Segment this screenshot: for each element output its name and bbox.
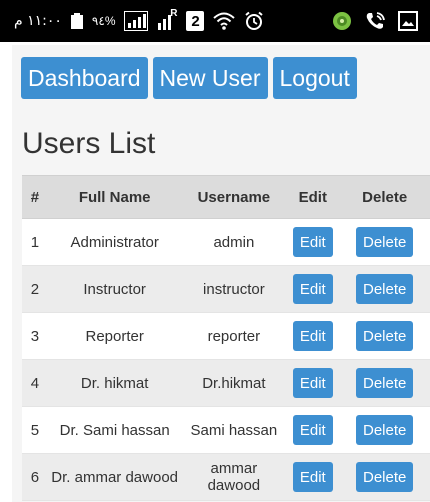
status-time: ١١:٠٠ م	[14, 13, 62, 29]
table-row: 3 Reporter reporter Edit Delete	[22, 312, 430, 360]
row-delete-cell: Delete	[339, 312, 430, 360]
row-edit-cell: Edit	[286, 453, 340, 501]
wifi-icon	[213, 11, 236, 31]
row-edit-cell: Edit	[286, 406, 340, 454]
battery-percent: ٩٤%	[91, 14, 116, 28]
row-number: 3	[22, 312, 48, 360]
row-delete-cell: Delete	[339, 359, 430, 407]
table-row: 1 Administrator admin Edit Delete	[22, 218, 430, 266]
delete-button[interactable]: Delete	[356, 368, 414, 398]
users-table: # Full Name Username Edit Delete 1 Admin…	[22, 175, 430, 501]
row-edit-cell: Edit	[286, 265, 340, 313]
table-row: 2 Instructor instructor Edit Delete	[22, 265, 430, 313]
row-number: 1	[22, 218, 48, 266]
table-header-row: # Full Name Username Edit Delete	[22, 175, 430, 219]
row-username: reporter	[181, 312, 287, 360]
status-left: ١١:٠٠ م ٩٤% R 2	[14, 8, 264, 31]
signal-roaming-icon: R	[157, 8, 178, 31]
row-full-name: Administrator	[47, 218, 182, 266]
top-nav: Dashboard New User Logout	[21, 57, 357, 99]
edit-button[interactable]: Edit	[292, 415, 333, 445]
row-edit-cell: Edit	[286, 312, 340, 360]
row-number: 5	[22, 406, 48, 454]
sim-number: 2	[191, 12, 200, 30]
row-username: admin	[181, 218, 287, 266]
row-full-name: Dr. Sami hassan	[47, 406, 182, 454]
row-delete-cell: Delete	[339, 453, 430, 501]
status-bar: ١١:٠٠ م ٩٤% R 2	[0, 0, 430, 42]
page-title: Users List	[22, 127, 156, 160]
header-edit: Edit	[286, 175, 340, 219]
table-row: 4 Dr. hikmat Dr.hikmat Edit Delete	[22, 359, 430, 407]
row-username: Dr.hikmat	[181, 359, 287, 407]
edit-button[interactable]: Edit	[292, 227, 333, 257]
row-number: 6	[22, 453, 48, 501]
row-edit-cell: Edit	[286, 218, 340, 266]
row-full-name: Dr. hikmat	[47, 359, 182, 407]
table-row: 5 Dr. Sami hassan Sami hassan Edit Delet…	[22, 406, 430, 454]
header-number: #	[22, 175, 48, 219]
row-number: 2	[22, 265, 48, 313]
row-username: Sami hassan	[181, 406, 287, 454]
row-full-name: Dr. ammar dawood	[47, 453, 182, 501]
row-delete-cell: Delete	[339, 265, 430, 313]
table-row: 6 Dr. ammar dawood ammar dawood Edit Del…	[22, 453, 430, 501]
row-username: ammar dawood	[181, 453, 287, 501]
delete-button[interactable]: Delete	[356, 227, 414, 257]
row-username: instructor	[181, 265, 287, 313]
sim-icon: 2	[186, 11, 205, 31]
edit-button[interactable]: Edit	[292, 321, 333, 351]
row-delete-cell: Delete	[339, 218, 430, 266]
call-icon	[364, 10, 386, 32]
row-full-name: Reporter	[47, 312, 182, 360]
battery-icon	[70, 13, 83, 29]
edit-button[interactable]: Edit	[292, 462, 333, 492]
dashboard-button[interactable]: Dashboard	[21, 57, 148, 99]
row-number: 4	[22, 359, 48, 407]
status-right	[332, 10, 418, 32]
row-full-name: Instructor	[47, 265, 182, 313]
signal-icon	[124, 11, 149, 31]
delete-button[interactable]: Delete	[356, 274, 414, 304]
delete-button[interactable]: Delete	[356, 321, 414, 351]
edit-button[interactable]: Edit	[292, 368, 333, 398]
delete-button[interactable]: Delete	[356, 415, 414, 445]
row-delete-cell: Delete	[339, 406, 430, 454]
alarm-icon	[244, 11, 264, 31]
header-username: Username	[181, 175, 287, 219]
gallery-icon	[398, 11, 418, 31]
roaming-label: R	[170, 8, 178, 19]
delete-button[interactable]: Delete	[356, 462, 414, 492]
new-user-button[interactable]: New User	[152, 57, 268, 99]
app-content: Dashboard New User Logout Users List # F…	[12, 45, 430, 502]
shield-app-icon	[332, 11, 352, 31]
header-delete: Delete	[339, 175, 430, 219]
header-full-name: Full Name	[47, 175, 182, 219]
edit-button[interactable]: Edit	[292, 274, 333, 304]
row-edit-cell: Edit	[286, 359, 340, 407]
logout-button[interactable]: Logout	[272, 57, 357, 99]
